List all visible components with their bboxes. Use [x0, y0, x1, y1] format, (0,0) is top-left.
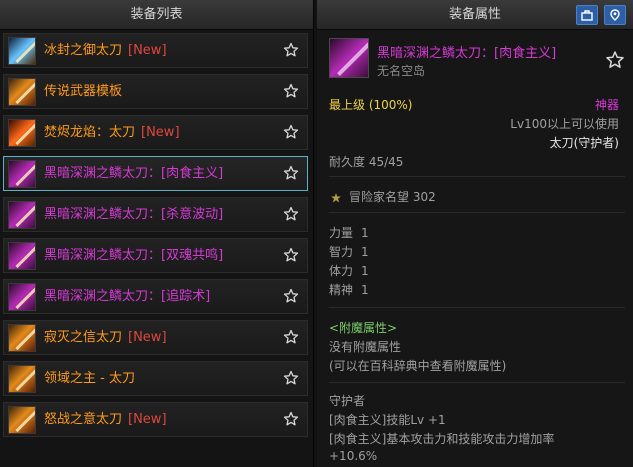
- detail-title-text: 装备属性: [448, 7, 501, 22]
- legend-sword-icon: [8, 324, 36, 352]
- equipment-name-row: 焚烬龙焰：太刀 [New]: [44, 116, 180, 149]
- location-button[interactable]: [604, 5, 626, 25]
- divider: [329, 176, 625, 177]
- equipment-name: 焚烬龙焰：太刀: [44, 125, 136, 140]
- bag-button[interactable]: [576, 5, 598, 25]
- favorite-star-icon[interactable]: [283, 329, 299, 345]
- detail-item-source: 无名空岛: [377, 64, 426, 78]
- equipment-name-row: 怒战之意太刀 [New]: [44, 403, 167, 436]
- favorite-star-icon[interactable]: [605, 50, 625, 70]
- equipment-list-item[interactable]: 黑暗深渊之鳞太刀：[追踪术]: [3, 279, 308, 314]
- fire-sword-icon: [8, 119, 36, 147]
- equipment-name-row: 传说武器模板: [44, 75, 122, 108]
- equipment-list-item[interactable]: 黑暗深渊之鳞太刀：[双魂共鸣]: [3, 238, 308, 273]
- favorite-star-icon[interactable]: [283, 42, 299, 58]
- favorite-star-icon[interactable]: [283, 370, 299, 386]
- set-line: +10.6%: [329, 449, 378, 463]
- durability: 耐久度 45/45: [329, 155, 404, 169]
- set-line: [肉食主义]技能Lv +1: [329, 413, 446, 427]
- weapon-type: 太刀(守护者): [549, 136, 619, 150]
- equipment-list-item[interactable]: 传说武器模板: [3, 74, 308, 109]
- enchant-header: <附魔属性>: [329, 321, 398, 335]
- equipment-list-item[interactable]: 怒战之意太刀 [New]: [3, 402, 308, 437]
- equipment-name: 寂灭之信太刀: [44, 330, 123, 345]
- legend-sword-icon: [8, 78, 36, 106]
- equipment-name: 冰封之御太刀: [44, 43, 123, 58]
- equipment-name-row: 领域之主 - 太刀: [44, 362, 135, 395]
- new-badge: [New]: [128, 412, 167, 427]
- fame-row: 冒险家名望 302: [329, 188, 619, 205]
- detail-item-name: 黑暗深渊之鳞太刀：[肉食主义]: [377, 46, 557, 61]
- stat-label: 智力: [329, 245, 354, 259]
- equipment-name-row: 寂灭之信太刀 [New]: [44, 321, 167, 354]
- fame-text: 冒险家名望 302: [349, 190, 436, 204]
- equipment-name: 传说武器模板: [44, 84, 123, 99]
- stat-value: 1: [361, 264, 369, 278]
- favorite-star-icon[interactable]: [283, 288, 299, 304]
- enchant-hint: (可以在百科辞典中查看附魔属性): [329, 359, 507, 373]
- stat-label: 精神: [329, 283, 354, 297]
- equipment-list-item[interactable]: 黑暗深渊之鳞太刀：[肉食主义]: [3, 156, 308, 191]
- rarity-label: 神器: [594, 98, 619, 112]
- equipment-name: 黑暗深渊之鳞太刀：[追踪术]: [44, 289, 211, 304]
- stat-value: 1: [361, 245, 369, 259]
- equipment-list-title: 装备列表: [0, 0, 313, 30]
- stat-value: 1: [361, 226, 369, 240]
- stat-row: 精神 1: [329, 281, 619, 298]
- abyss-sword-icon: [8, 201, 36, 229]
- level-requirement: Lv100以上可以使用: [510, 117, 619, 131]
- equipment-name: 怒战之意太刀: [44, 412, 123, 427]
- equipment-list-item[interactable]: 寂灭之信太刀 [New]: [3, 320, 308, 355]
- equipment-list-item[interactable]: 黑暗深渊之鳞太刀：[杀意波动]: [3, 197, 308, 232]
- set-line: [肉食主义]基本攻击力和技能攻击力增加率: [329, 432, 555, 446]
- equipment-name: 领域之主 - 太刀: [44, 371, 135, 386]
- new-badge: [New]: [128, 330, 167, 345]
- equipment-name-row: 黑暗深渊之鳞太刀：[肉食主义]: [44, 157, 223, 190]
- legend-sword-icon: [8, 365, 36, 393]
- equipment-list-item[interactable]: 冰封之御太刀 [New]: [3, 33, 308, 68]
- equipment-detail-title: 装备属性: [317, 0, 633, 30]
- ice-sword-icon: [8, 37, 36, 65]
- stat-row: 智力 1: [329, 243, 619, 260]
- abyss-sword-icon: [8, 242, 36, 270]
- stat-value: 1: [361, 283, 369, 297]
- equipment-list: 冰封之御太刀 [New] 传说武器模板 焚烬龙焰：太刀 [New] 黑暗深渊之鳞太刀：[肉…: [3, 33, 308, 443]
- favorite-star-icon[interactable]: [283, 206, 299, 222]
- abyss-sword-icon: [8, 160, 36, 188]
- favorite-star-icon[interactable]: [283, 247, 299, 263]
- favorite-star-icon[interactable]: [283, 165, 299, 181]
- equipment-name-row: 黑暗深渊之鳞太刀：[追踪术]: [44, 280, 210, 313]
- legend-sword-icon: [8, 406, 36, 434]
- equipment-name: 黑暗深渊之鳞太刀：[杀意波动]: [44, 207, 224, 222]
- stat-label: 体力: [329, 264, 354, 278]
- enchant-none: 没有附魔属性: [329, 340, 402, 354]
- stat-label: 力量: [329, 226, 354, 240]
- new-badge: [New]: [128, 43, 167, 58]
- equipment-name: 黑暗深渊之鳞太刀：[肉食主义]: [44, 166, 224, 181]
- divider: [329, 212, 625, 213]
- equipment-list-item[interactable]: 领域之主 - 太刀: [3, 361, 308, 396]
- stat-row: 体力 1: [329, 262, 619, 279]
- divider: [329, 382, 625, 383]
- equipment-name-row: 冰封之御太刀 [New]: [44, 34, 167, 67]
- abyss-sword-icon: [8, 283, 36, 311]
- bag-icon: [581, 10, 593, 21]
- favorite-star-icon[interactable]: [283, 124, 299, 140]
- set-title: 守护者: [329, 394, 366, 408]
- abyss-sword-icon: [329, 38, 369, 78]
- equipment-name: 黑暗深渊之鳞太刀：[双魂共鸣]: [44, 248, 224, 263]
- fame-icon: [331, 192, 341, 202]
- new-badge: [New]: [141, 125, 180, 140]
- favorite-star-icon[interactable]: [283, 83, 299, 99]
- equipment-list-item[interactable]: 焚烬龙焰：太刀 [New]: [3, 115, 308, 150]
- favorite-star-icon[interactable]: [283, 411, 299, 427]
- equipment-detail-panel: 装备属性 黑暗深渊之鳞太刀：[肉食主义] 无名空岛 最上级 (100%) 神器 …: [317, 0, 633, 467]
- equipment-name-row: 黑暗深渊之鳞太刀：[杀意波动]: [44, 198, 223, 231]
- equipment-list-panel: 装备列表 冰封之御太刀 [New] 传说武器模板 焚烬龙焰：太刀 [New] 黑暗深渊之鳞…: [0, 0, 314, 467]
- equipment-name-row: 黑暗深渊之鳞太刀：[双魂共鸣]: [44, 239, 223, 272]
- location-pin-icon: [610, 9, 620, 21]
- divider: [329, 307, 625, 308]
- stat-row: 力量 1: [329, 224, 619, 241]
